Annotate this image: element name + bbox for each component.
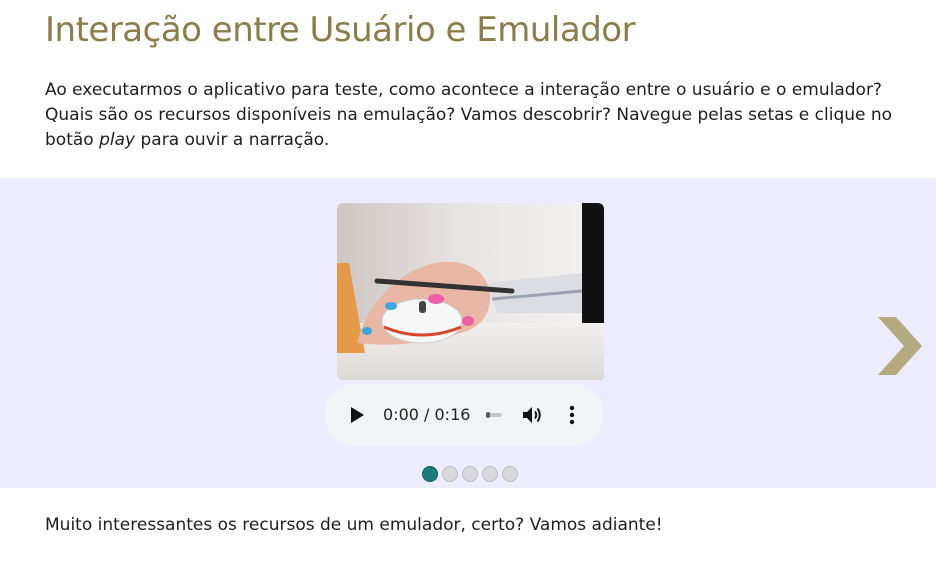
slide-pagination [422, 466, 518, 482]
intro-paragraph: Ao executarmos o aplicativo para teste, … [45, 78, 905, 153]
intro-text-after: para ouvir a narração. [135, 130, 330, 150]
slide-dot-3[interactable] [462, 466, 478, 482]
next-slide-button[interactable] [876, 315, 924, 377]
more-options-button[interactable] [560, 403, 584, 427]
intro-text-italic: play [99, 130, 136, 150]
audio-player[interactable]: 0:00 / 0:16 [324, 384, 604, 446]
page: Interação entre Usuário e Emulador Ao ex… [0, 0, 936, 581]
more-vertical-icon [569, 405, 575, 425]
slide-carousel: 0:00 / 0:16 [0, 178, 936, 488]
slide-dot-5[interactable] [502, 466, 518, 482]
volume-button[interactable] [520, 403, 544, 427]
page-title: Interação entre Usuário e Emulador [45, 10, 636, 50]
mouse-photo-illustration [337, 203, 604, 380]
closing-paragraph: Muito interessantes os recursos de um em… [45, 515, 663, 535]
slide-dot-4[interactable] [482, 466, 498, 482]
audio-progress-bar[interactable] [486, 412, 502, 418]
audio-time-display: 0:00 / 0:16 [383, 405, 471, 424]
play-button[interactable] [346, 404, 368, 426]
chevron-right-icon [878, 317, 922, 375]
slide-dot-2[interactable] [442, 466, 458, 482]
volume-icon [523, 407, 541, 423]
slide-dot-1[interactable] [422, 466, 438, 482]
play-icon [351, 407, 364, 423]
slide-image-hand-on-mouse [337, 203, 604, 380]
audio-progress-thumb[interactable] [486, 412, 490, 418]
